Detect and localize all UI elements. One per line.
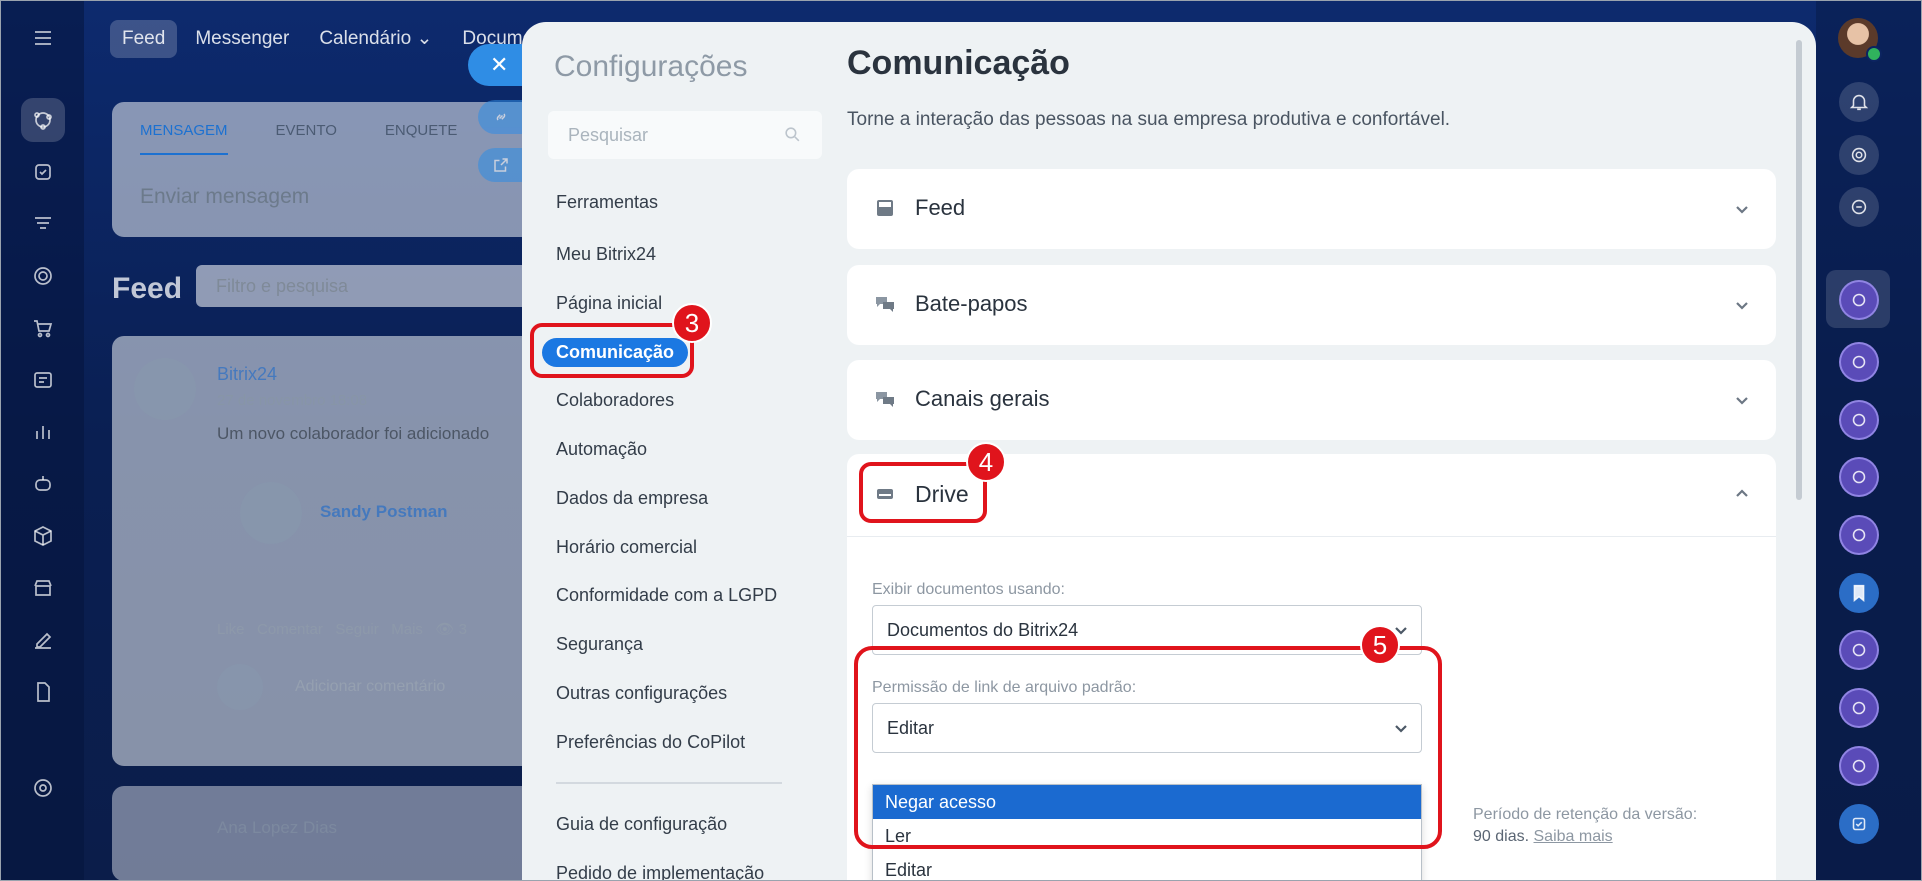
menu-item-meu-bitrix24[interactable]: Meu Bitrix24 xyxy=(556,244,656,265)
sign-icon[interactable] xyxy=(21,618,65,662)
menu-divider xyxy=(556,782,782,784)
menu-item-pedido[interactable]: Pedido de implementação xyxy=(556,863,764,881)
copilot-chat-icon[interactable] xyxy=(1839,630,1879,670)
target-icon[interactable] xyxy=(21,254,65,298)
copilot-chat-icon[interactable] xyxy=(1839,280,1879,320)
chevron-down-icon xyxy=(1736,206,1748,214)
tab-message[interactable]: MENSAGEM xyxy=(140,122,228,155)
nav-messenger[interactable]: Messenger xyxy=(183,20,301,58)
copilot-chat-icon[interactable] xyxy=(1839,746,1879,786)
copilot-icon[interactable] xyxy=(1839,135,1879,175)
menu-item-horario-comercial[interactable]: Horário comercial xyxy=(556,537,697,558)
feed-filter-input[interactable]: Filtro e pesquisa xyxy=(196,265,556,307)
search-icon xyxy=(785,127,800,142)
post-tabs: MENSAGEM EVENTO ENQUETE xyxy=(140,122,457,155)
feed-section-icon xyxy=(877,200,893,216)
box-icon[interactable] xyxy=(21,514,65,558)
menu-item-dados-empresa[interactable]: Dados da empresa xyxy=(556,488,708,509)
robot-icon[interactable] xyxy=(21,462,65,506)
copilot-chat-icon[interactable] xyxy=(1839,515,1879,555)
menu-item-guia[interactable]: Guia de configuração xyxy=(556,814,727,835)
section-chats[interactable]: Bate-papos xyxy=(847,265,1776,345)
panel-scrollbar[interactable] xyxy=(1796,40,1802,500)
page-title: Comunicação xyxy=(847,44,1070,82)
settings-title: Configurações xyxy=(554,50,748,83)
version-retention: Período de retenção da versão: 90 dias. … xyxy=(1473,804,1697,848)
menu-item-pagina-inicial[interactable]: Página inicial xyxy=(556,293,662,314)
drive-header-divider xyxy=(847,536,1776,537)
nav-feed[interactable]: Feed xyxy=(110,20,178,58)
external-link-icon xyxy=(494,158,508,172)
copilot-chat-icon[interactable] xyxy=(1839,457,1879,497)
highlight-comunicacao xyxy=(530,323,694,378)
page-subtitle: Torne a interação das pessoas na sua emp… xyxy=(847,109,1451,130)
document-icon[interactable] xyxy=(21,670,65,714)
chevron-down-icon xyxy=(1736,302,1748,310)
menu-icon[interactable] xyxy=(21,16,65,60)
section-feed[interactable]: Feed xyxy=(847,169,1776,249)
notifications-bell-icon[interactable] xyxy=(1839,82,1879,122)
settings-icon[interactable] xyxy=(21,766,65,810)
commenter-avatar xyxy=(217,664,263,710)
nav-calendar[interactable]: Calendário ⌄ xyxy=(307,20,444,58)
option-edit[interactable]: Editar xyxy=(873,853,1421,881)
chat-bubbles-icon xyxy=(876,392,894,407)
new-user-avatar xyxy=(240,482,302,544)
checklist-icon[interactable] xyxy=(1839,804,1879,844)
online-status-icon xyxy=(1866,46,1882,62)
contacts-icon[interactable] xyxy=(21,358,65,402)
learn-more-link[interactable]: Saiba mais xyxy=(1534,828,1613,845)
menu-item-automacao[interactable]: Automação xyxy=(556,439,647,460)
new-user-name[interactable]: Sandy Postman xyxy=(320,502,448,522)
chat-bubbles-icon xyxy=(876,297,894,312)
post-actions[interactable]: Like Comentar Seguir Mais 👁 3 xyxy=(217,620,467,638)
view-docs-value: Documentos do Bitrix24 xyxy=(887,620,1079,640)
menu-item-copilot[interactable]: Preferências do CoPilot xyxy=(556,732,745,753)
menu-item-ferramentas[interactable]: Ferramentas xyxy=(556,192,658,213)
section-label: Feed xyxy=(915,195,966,220)
post-text: Um novo colaborador foi adicionado xyxy=(217,424,490,443)
bookmark-icon[interactable] xyxy=(1839,573,1879,613)
feed-title: Feed xyxy=(112,272,183,305)
menu-item-outras-configuracoes[interactable]: Outras configurações xyxy=(556,683,727,704)
chat-search-icon[interactable] xyxy=(1839,187,1879,227)
crm-icon[interactable] xyxy=(21,202,65,246)
search-placeholder: Pesquisar xyxy=(568,125,649,145)
step-badge-5: 5 xyxy=(1360,625,1400,665)
chevron-up-icon[interactable] xyxy=(1734,486,1750,502)
left-sidebar xyxy=(0,0,84,881)
comment-input[interactable]: Adicionar comentário xyxy=(295,678,445,696)
section-label: Canais gerais xyxy=(915,386,1050,411)
copilot-chat-icon[interactable] xyxy=(1839,342,1879,382)
next-post-author: Ana Lopez Dias xyxy=(217,818,338,837)
cart-icon[interactable] xyxy=(21,306,65,350)
post-input[interactable]: Enviar mensagem xyxy=(140,185,309,209)
tasks-icon[interactable] xyxy=(21,150,65,194)
retention-value: 90 dias. xyxy=(1473,828,1530,845)
copilot-chat-icon[interactable] xyxy=(1839,688,1879,728)
menu-item-seguranca[interactable]: Segurança xyxy=(556,634,643,655)
copilot-chat-icon[interactable] xyxy=(1839,400,1879,440)
post-author[interactable]: Bitrix24 xyxy=(217,364,277,385)
author-avatar xyxy=(134,358,196,420)
menu-item-lgpd[interactable]: Conformidade com a LGPD xyxy=(556,585,777,606)
tab-poll[interactable]: ENQUETE xyxy=(385,122,458,155)
settings-search-input[interactable]: Pesquisar xyxy=(548,111,822,159)
retention-label: Período de retenção da versão: xyxy=(1473,806,1698,823)
feed-icon[interactable] xyxy=(21,98,65,142)
store-icon[interactable] xyxy=(21,566,65,610)
menu-item-colaboradores[interactable]: Colaboradores xyxy=(556,390,674,411)
section-general-channels[interactable]: Canais gerais xyxy=(847,360,1776,440)
view-docs-label: Exibir documentos usando: xyxy=(872,581,1065,598)
post-date: 27 de novembro 18:08 xyxy=(217,392,368,409)
chevron-down-icon xyxy=(1736,397,1748,405)
user-avatar[interactable] xyxy=(1838,18,1882,62)
analytics-icon[interactable] xyxy=(21,410,65,454)
link-icon xyxy=(496,113,506,121)
tab-event[interactable]: EVENTO xyxy=(276,122,337,155)
step-badge-4: 4 xyxy=(966,442,1006,482)
highlight-link-permission xyxy=(854,646,1442,849)
section-label: Bate-papos xyxy=(915,291,1028,316)
step-badge-3: 3 xyxy=(672,303,712,343)
